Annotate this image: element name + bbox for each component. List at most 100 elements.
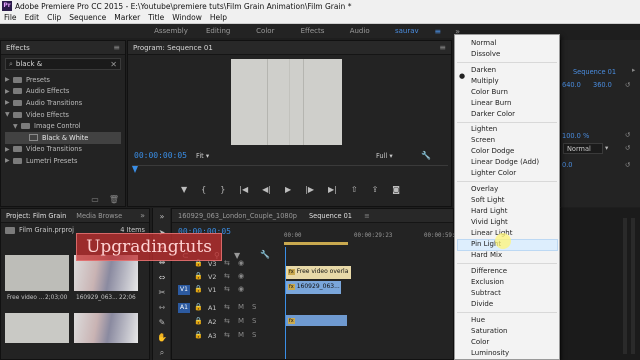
mute-icon[interactable]: M [238, 317, 244, 325]
blend-mode-color-burn[interactable]: Color Burn [471, 88, 508, 96]
menu-title[interactable]: Title [144, 13, 168, 22]
program-monitor-title[interactable]: Program: Sequence 01 [133, 44, 213, 52]
effects-tree-item-black-white[interactable]: Black & White [5, 131, 121, 144]
blend-mode-luminosity[interactable]: Luminosity [471, 349, 509, 357]
wrench-icon[interactable]: 🔧 [421, 151, 431, 160]
tab-timeline-sequence-01[interactable]: Sequence 01 [303, 212, 358, 220]
blend-mode-color-dodge[interactable]: Color Dodge [471, 147, 514, 155]
step-forward-icon[interactable]: |▶ [305, 185, 314, 194]
panel-menu-icon[interactable]: ≡ [113, 43, 120, 52]
source-patch-v1[interactable]: V1 [178, 285, 190, 295]
menu-help[interactable]: Help [206, 13, 231, 22]
solo-icon[interactable]: S [252, 331, 256, 339]
blend-mode-multiply[interactable]: Multiply [471, 77, 499, 85]
effects-tree-item-video-transitions[interactable]: ▶ Video Transitions [5, 144, 121, 156]
blend-mode-normal[interactable]: Normal [471, 39, 496, 47]
step-back-icon[interactable]: ◀| [262, 185, 271, 194]
playhead-icon[interactable] [132, 166, 138, 173]
export-frame-icon[interactable]: ◙ [392, 185, 400, 194]
source-patch-a1[interactable]: A1 [178, 303, 190, 313]
sync-lock-icon[interactable]: ⇆ [224, 317, 230, 325]
blend-mode-hard-light[interactable]: Hard Light [471, 207, 507, 215]
clip-audio[interactable]: fx [285, 315, 347, 326]
effect-controls-sequence-label[interactable]: Sequence 01 [573, 68, 616, 76]
sync-lock-icon[interactable]: ⇆ [224, 303, 230, 311]
time-remap-value[interactable]: 0.0 [562, 161, 573, 169]
menu-file[interactable]: File [0, 13, 21, 22]
menu-edit[interactable]: Edit [21, 13, 44, 22]
effects-tree-item-lumetri-presets[interactable]: ▶ Lumetri Presets [5, 155, 121, 167]
chevron-down-icon[interactable]: ▼ [13, 123, 21, 130]
menu-clip[interactable]: Clip [43, 13, 65, 22]
blend-mode-dropdown[interactable]: ● Normal Dissolve Darken Multiply Color … [454, 34, 560, 360]
reset-icon[interactable]: ↺ [625, 144, 631, 152]
chevron-right-icon[interactable]: ▶ [5, 88, 13, 95]
pen-tool-icon[interactable]: ✎ [157, 318, 167, 328]
workspace-menu-icon[interactable]: ≡ [434, 27, 441, 36]
lock-icon[interactable]: 🔒 [194, 285, 203, 293]
workspace-saurav[interactable]: saurav [383, 27, 430, 35]
position-y-value[interactable]: 360.0 [593, 81, 612, 89]
go-to-in-icon[interactable]: |◀ [239, 185, 248, 194]
solo-icon[interactable]: S [252, 303, 256, 311]
effects-tree-item-video-effects[interactable]: ▼ Video Effects [5, 109, 121, 121]
lock-icon[interactable]: 🔒 [194, 303, 203, 311]
lift-icon[interactable]: ⇧ [351, 185, 358, 194]
chevron-right-icon[interactable]: ▶ [5, 157, 13, 164]
close-icon[interactable]: ≡ [358, 212, 376, 220]
program-time-ruler[interactable] [132, 165, 448, 175]
blend-mode-hue[interactable]: Hue [471, 316, 485, 324]
blend-mode-overlay[interactable]: Overlay [471, 185, 498, 193]
clip-free-video-overlay[interactable]: fx Free video overla [285, 266, 351, 279]
blend-mode-darken[interactable]: Darken [471, 66, 496, 74]
play-icon[interactable]: ▶ [285, 185, 291, 194]
blend-mode-darker-color[interactable]: Darker Color [471, 110, 515, 118]
clear-search-icon[interactable]: ✕ [110, 60, 117, 69]
blend-mode-vivid-light[interactable]: Vivid Light [471, 218, 508, 226]
eye-icon[interactable]: ◉ [238, 259, 244, 267]
timeline-playhead[interactable] [285, 247, 286, 359]
slip-tool-icon[interactable]: ⇿ [157, 303, 167, 313]
tab-media-browser[interactable]: Media Browse [71, 212, 127, 220]
workspace-editing[interactable]: Editing [195, 27, 242, 35]
program-timecode[interactable]: 00:00:00:05 [134, 151, 187, 160]
chevron-right-icon[interactable]: ▶ [5, 146, 13, 153]
sync-lock-icon[interactable]: ⇆ [224, 259, 230, 267]
position-x-value[interactable]: 640.0 [562, 81, 581, 89]
work-area-bar[interactable] [284, 242, 348, 245]
reset-icon[interactable]: ↺ [625, 131, 631, 139]
eye-icon[interactable]: ◉ [238, 285, 244, 293]
blend-mode-subtract[interactable]: Subtract [471, 289, 501, 297]
overflow-icon[interactable]: » [157, 212, 167, 222]
reset-icon[interactable]: ↺ [625, 161, 631, 169]
mark-in-icon[interactable]: { [201, 185, 206, 194]
workspace-effects[interactable]: Effects [289, 27, 336, 35]
wrench-icon[interactable]: 🔧 [260, 250, 270, 259]
blend-mode-screen[interactable]: Screen [471, 136, 495, 144]
project-thumbnail[interactable] [5, 255, 69, 291]
menu-sequence[interactable]: Sequence [65, 13, 110, 22]
blend-mode-lighter-color[interactable]: Lighter Color [471, 169, 516, 177]
eye-icon[interactable]: ◉ [238, 272, 244, 280]
chevron-down-icon[interactable]: ▾ [605, 144, 608, 152]
blend-mode-linear-burn[interactable]: Linear Burn [471, 99, 511, 107]
menu-window[interactable]: Window [168, 13, 206, 22]
chevron-right-icon[interactable]: ▶ [5, 76, 13, 83]
effects-tree-item-image-control[interactable]: ▼ Image Control [5, 120, 121, 132]
tab-timeline-london-couple[interactable]: 160929_063_London_Couple_1080p [172, 212, 303, 220]
timeline-ruler[interactable]: 00:00 00:00:29:23 00:00:59:22 [284, 233, 462, 247]
sync-lock-icon[interactable]: ⇆ [224, 285, 230, 293]
opacity-value[interactable]: 100.0 % [562, 132, 589, 140]
sync-lock-icon[interactable]: ⇆ [224, 272, 230, 280]
menu-marker[interactable]: Marker [110, 13, 144, 22]
blend-mode-dissolve[interactable]: Dissolve [471, 50, 500, 58]
lock-icon[interactable]: 🔒 [194, 331, 203, 339]
blend-mode-linear-dodge[interactable]: Linear Dodge (Add) [471, 158, 539, 166]
quality-select[interactable]: Full ▾ [376, 152, 393, 160]
blend-mode-select[interactable]: Normal [563, 143, 603, 154]
blend-mode-saturation[interactable]: Saturation [471, 327, 508, 335]
close-icon[interactable]: ▸ [632, 66, 635, 74]
workspace-color[interactable]: Color [242, 27, 289, 35]
lock-icon[interactable]: 🔒 [194, 272, 203, 280]
sync-lock-icon[interactable]: ⇆ [224, 331, 230, 339]
